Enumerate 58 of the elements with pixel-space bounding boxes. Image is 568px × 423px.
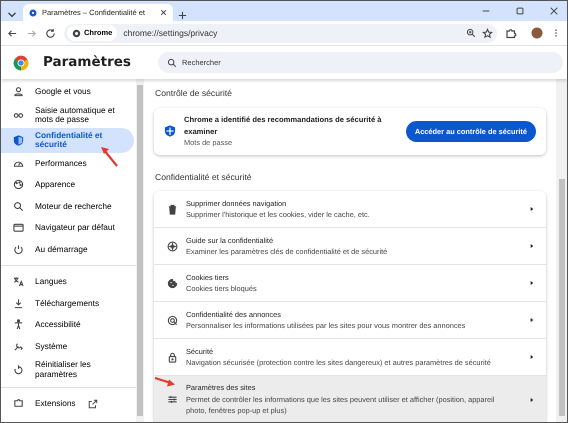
chevron-right-icon bbox=[528, 316, 536, 324]
zoom-icon[interactable] bbox=[466, 28, 476, 38]
sidebar-item[interactable]: Au démarrage bbox=[1, 238, 134, 260]
scrollbar[interactable] bbox=[556, 79, 567, 422]
sidebar-item[interactable]: Extensions bbox=[1, 393, 134, 415]
section-heading: Contrôle de sécurité bbox=[155, 87, 233, 100]
sidebar-item-icon bbox=[13, 398, 24, 410]
sidebar-item-icon bbox=[13, 244, 24, 255]
sidebar-item-icon bbox=[13, 319, 24, 330]
setting-icon bbox=[167, 278, 178, 289]
chevron-right-icon bbox=[528, 242, 536, 250]
search-icon bbox=[167, 58, 177, 68]
close-icon[interactable] bbox=[549, 6, 559, 16]
sidebar-item[interactable]: Navigateur par défaut bbox=[1, 217, 134, 239]
shield-icon bbox=[164, 125, 176, 138]
reload-icon[interactable] bbox=[45, 28, 56, 38]
puzzle-icon[interactable] bbox=[505, 27, 517, 39]
sidebar-item-icon bbox=[13, 276, 24, 288]
url-text: chrome://settings/privacy bbox=[123, 26, 218, 40]
sidebar-item[interactable]: Saisie automatique et mots de passe bbox=[1, 102, 134, 128]
setting-icon bbox=[167, 352, 178, 363]
sidebar-item[interactable]: Langues bbox=[1, 271, 134, 293]
sidebar-item[interactable]: Accessibilité bbox=[1, 314, 134, 336]
setting-icon bbox=[167, 394, 178, 406]
chevron-right-icon bbox=[528, 279, 536, 288]
chevron-right-icon bbox=[528, 353, 536, 362]
chevron-right-icon bbox=[528, 396, 536, 404]
sidebar-item[interactable]: Système bbox=[1, 336, 134, 358]
sidebar-item[interactable]: Téléchargements bbox=[1, 292, 134, 314]
section-heading: Confidentialité et sécurité bbox=[155, 170, 252, 184]
sidebar-item-icon bbox=[13, 222, 24, 234]
sidebar-item-icon bbox=[13, 340, 24, 352]
sidebar-item-icon bbox=[13, 134, 24, 146]
sidebar-item[interactable]: Moteur de recherche bbox=[1, 196, 134, 218]
chevron-right-icon bbox=[528, 205, 536, 214]
sidebar-item[interactable]: Google et vous bbox=[1, 81, 134, 102]
plus-icon[interactable] bbox=[177, 10, 188, 21]
sidebar-item-icon bbox=[13, 364, 24, 376]
sidebar-item-icon bbox=[13, 179, 24, 190]
sidebar-item[interactable]: Performances bbox=[1, 152, 134, 174]
page-title: Paramètres bbox=[43, 54, 132, 71]
avatar-icon[interactable] bbox=[531, 27, 543, 39]
scrollbar[interactable] bbox=[136, 79, 144, 422]
sidebar-item-icon bbox=[13, 298, 24, 309]
sidebar-item[interactable]: Apparence bbox=[1, 174, 134, 196]
sidebar-item-icon bbox=[13, 200, 24, 212]
maximize-icon[interactable] bbox=[515, 6, 525, 16]
star-icon[interactable] bbox=[482, 28, 493, 38]
setting-icon bbox=[167, 204, 178, 215]
close-icon[interactable] bbox=[159, 8, 168, 17]
setting-icon bbox=[167, 240, 178, 252]
chrome-logo-icon bbox=[13, 54, 29, 70]
sidebar-item-icon bbox=[13, 86, 24, 98]
sidebar-item[interactable]: Confidentialité et sécurité bbox=[1, 128, 134, 153]
setting-icon bbox=[167, 314, 178, 326]
back-arrow-icon[interactable] bbox=[7, 28, 18, 38]
sidebar-item[interactable]: Réinitialiser les paramètres bbox=[1, 357, 134, 382]
chrome-logo-icon bbox=[72, 28, 81, 38]
